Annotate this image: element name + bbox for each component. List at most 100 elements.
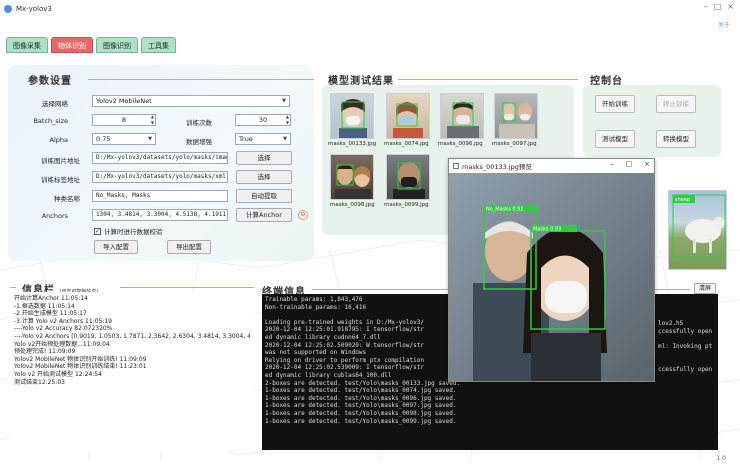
thumbnail-caption: masks_0098.jpg [330,202,375,208]
log-line: -3.计算 Yolo v2 Anchors 11:05:19 [14,317,112,325]
minimize-icon[interactable]: – [610,160,614,168]
augment-select[interactable]: True ▼ [235,133,291,145]
spin-arrows-icon[interactable]: ▲ ▼ [151,114,154,126]
sheep-box-label: sheep [675,197,690,203]
auto-extract-button[interactable]: 自动提取 [236,189,292,203]
select-images-button[interactable]: 选择 [236,151,292,165]
preview-titlebar[interactable]: masks_00133.jpg预览 – □ × [449,159,654,173]
spin-arrows-icon[interactable]: ▲ ▼ [286,114,289,126]
log-line: -2.开始生成模型 11:05:17 [14,310,87,318]
log-line: 开始计算Anchor 11:05:14 [14,295,89,302]
chevron-down-icon: ▼ [282,98,286,104]
augment-value: True [239,135,253,143]
test-model-button[interactable]: 测试模型 [595,130,635,148]
window-controls: – □ × [704,2,734,11]
compute-anchor-button[interactable]: 计算Anchor [236,208,292,222]
train-images-path-input[interactable]: D:/Mx-yolov3/datasets/yolo/masks/images [92,152,228,164]
network-select[interactable]: Yolov2 MobileNet ▼ [92,95,290,107]
anchors-label: Anchors [41,212,68,220]
epochs-label: 训练次数 [186,119,212,127]
convert-model-button[interactable]: 转换模型 [656,130,696,148]
terminal-line: 1-boxes are detected. test/Yolo\masks_00… [265,394,457,402]
maximize-icon[interactable]: □ [714,2,722,11]
person-mask-image [393,162,425,199]
maximize-icon[interactable]: □ [626,160,633,168]
log-line: ----Yolo v2 Anchors [0.9019, 1.0503, 1.7… [14,332,250,340]
log-line: Yolo v2 开始测试模型 12:24:54 [14,370,102,378]
result-thumbnail[interactable] [330,154,374,200]
params-heading: 参数设置 [28,76,72,87]
info-log[interactable]: 开始计算Anchor 11:05:14 -1.框选数据 11:05:14 -2.… [10,292,254,452]
preview-title: masks_00133.jpg预览 [462,163,532,171]
gear-icon[interactable]: ⚙ [298,210,308,220]
minimize-icon[interactable]: – [704,2,708,11]
log-line: 测试结束12:25:03 [14,378,65,386]
close-icon[interactable]: × [727,2,734,11]
epochs-spinbox[interactable]: 30 ▲ ▼ [235,114,291,126]
augment-label: 数据增强 [186,138,212,146]
thumbnail-caption: masks_0096.jpg [438,141,483,147]
result-thumbnail[interactable] [330,93,374,139]
results-heading: 模型测试结果 [328,76,394,87]
alpha-value: 0.75 [96,135,111,143]
export-config-button[interactable]: 导出配置 [167,240,211,254]
import-config-button[interactable]: 导入配置 [94,240,138,254]
train-labels-label: 训练标签地址 [41,176,80,184]
close-icon[interactable]: × [644,160,650,168]
terminal-fragment: lov2.h5 [658,320,684,327]
about-link[interactable]: 关于 [718,20,730,29]
app-logo-icon [4,5,12,13]
result-thumbnail[interactable] [440,93,484,139]
version-label: 1.0 [716,455,726,462]
tab-object-recognition[interactable]: 物体识别 [51,37,93,53]
train-labels-path-input[interactable]: D:/Mx-yolov3/datasets/yolo/masks/xml [92,171,228,183]
anchors-input[interactable]: 1304, 3.4814, 3.3004, 4.5138, 4.1911, 5.… [92,209,228,221]
terminal-line: 1-boxes are detected. test/Yolo\masks_00… [265,417,457,425]
masks-box-label: Masks 0.93 [533,227,561,233]
chevron-down-icon: ▼ [148,136,152,142]
terminal-fragment: ml: Invoking pt [658,342,713,350]
info-divider-right [120,287,254,288]
tab-image-recognition[interactable]: 图像识别 [96,37,138,53]
person-mask-image [447,101,479,138]
classes-input[interactable]: No_Masks, Masks [92,190,228,202]
train-images-label: 训练图片地址 [41,157,80,165]
terminal-fragment: ccessfully open [658,327,713,335]
start-training-button[interactable]: 开始训练 [595,95,635,113]
thumbnail-caption: masks_0097.jpg [492,141,537,147]
main-tabs: 图像采集 物体识别 图像识别 工具集 [6,37,176,53]
sheep-thumbnail[interactable]: sheep [668,190,727,270]
checkbox-checked-icon[interactable]: ✓ [94,227,101,235]
alpha-label: Alpha [49,136,68,144]
batch-spinbox[interactable]: 8 ▲ ▼ [92,114,156,126]
params-divider [88,79,314,80]
info-divider-left [10,287,16,288]
sheep-image: sheep [672,194,726,258]
clear-screen-button[interactable]: 清屏 [694,283,716,294]
validate-checkbox[interactable]: ✓ 计算时进行数据校验 [94,226,163,236]
chevron-down-icon: ▼ [283,136,287,142]
tab-image-capture[interactable]: 图像采集 [6,37,48,53]
terminal-right-fragments: lov2.h5 ccessfully open ml: Invoking pt … [658,320,712,373]
alpha-select[interactable]: 0.75 ▼ [92,133,156,145]
batch-label: Batch_size [33,117,68,125]
result-thumbnail[interactable] [386,154,430,200]
control-heading: 控制台 [590,76,623,87]
stop-training-button[interactable]: 终止训练 [656,95,696,113]
terminal-line: 1-boxes are detected. test/Yolo\masks_00… [265,387,457,395]
window-title: Mx-yolov3 [16,5,52,13]
terminal-fragment: ccessfully open [658,365,713,373]
result-thumbnail[interactable] [494,93,538,139]
select-labels-button[interactable]: 选择 [236,170,292,184]
preview-window[interactable]: masks_00133.jpg预览 – □ × No_Masks 0.91 Ma… [448,158,655,382]
result-thumbnail[interactable] [386,93,430,139]
person-mask-image [339,99,367,138]
no-masks-box-label: No_Masks 0.91 [486,207,524,213]
tab-toolset[interactable]: 工具集 [141,37,176,53]
people-mask-image [499,102,535,138]
thumbnail-caption: masks_0074.jpg [384,141,429,147]
network-label: 选择网络 [42,100,68,108]
person-mask-image [393,102,423,138]
people-image [335,164,371,199]
validate-label: 计算时进行数据校验 [104,228,163,236]
